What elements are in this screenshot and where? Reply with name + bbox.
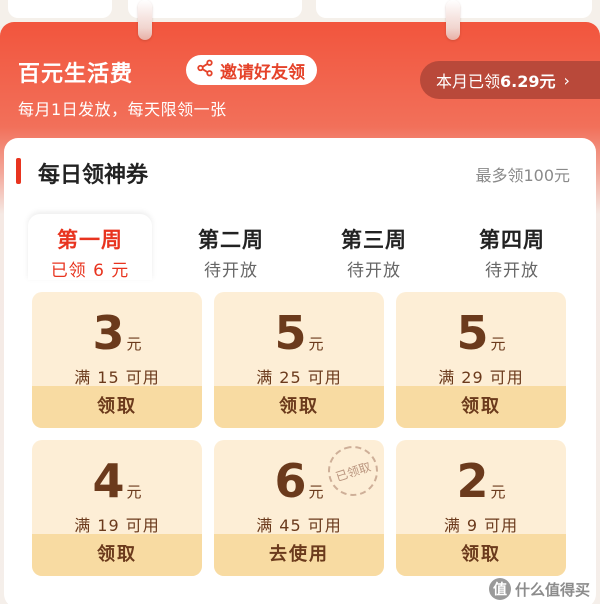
monthly-received-amount: 6.29元 (500, 72, 556, 91)
coupon-value: 2 (456, 454, 489, 508)
claim-button[interactable]: 领取 (214, 386, 384, 428)
tab-week-2[interactable]: 第二周 待开放 (169, 214, 293, 281)
coupon-card: 3元 满 15 可用 领取 (32, 292, 202, 428)
coupon-value: 6 (274, 454, 307, 508)
claim-button[interactable]: 领取 (396, 534, 566, 576)
tab-status: 已领 6 元 (50, 261, 130, 281)
tab-week-1[interactable]: 第一周 已领 6 元 (28, 214, 152, 281)
tab-status: 待开放 (485, 261, 539, 281)
section-title: 每日领神券 (38, 163, 149, 188)
tab-label: 第二周 (198, 228, 264, 252)
daily-coupon-panel: 每日领神券 最多领100元 第一周 已领 6 元 第二周 待开放 第三周 待开放… (4, 138, 596, 604)
section-max-text: 最多领100元 (475, 166, 570, 185)
coupon-value: 3 (92, 306, 125, 360)
banner-subtitle: 每月1日发放，每天限领一张 (18, 100, 227, 119)
coupon-condition: 满 15 可用 (74, 368, 160, 387)
coupon-value: 5 (456, 306, 489, 360)
coupon-card: 4元 满 19 可用 领取 (32, 440, 202, 576)
coupon-value: 5 (274, 306, 307, 360)
coupon-unit: 元 (126, 335, 142, 353)
tab-label: 第四周 (479, 228, 545, 252)
invite-friends-button[interactable]: 邀请好友领 (186, 55, 317, 85)
banner-title: 百元生活费 (18, 62, 134, 87)
claim-button[interactable]: 领取 (396, 386, 566, 428)
coupon-card: 5元 满 29 可用 领取 (396, 292, 566, 428)
tab-label: 第一周 (57, 228, 123, 252)
coupon-condition: 满 19 可用 (74, 516, 160, 535)
coupon-condition: 满 9 可用 (443, 516, 519, 535)
binder-pin-left (138, 0, 152, 40)
previous-card-edge (8, 0, 112, 18)
coupon-card: 已领取 6元 满 45 可用 去使用 (214, 440, 384, 576)
claim-button[interactable]: 领取 (32, 386, 202, 428)
tab-week-4[interactable]: 第四周 待开放 (450, 214, 574, 281)
monthly-received-prefix: 本月已领 (436, 72, 501, 91)
site-watermark: 值 什么值得买 (488, 578, 590, 600)
coupon-unit: 元 (490, 483, 506, 501)
coupon-card: 5元 满 25 可用 领取 (214, 292, 384, 428)
previous-card-edge (128, 0, 302, 18)
tab-status: 待开放 (204, 261, 258, 281)
coupon-condition: 满 25 可用 (256, 368, 342, 387)
chevron-right-icon: › (563, 70, 570, 90)
coupon-unit: 元 (126, 483, 142, 501)
coupon-unit: 元 (308, 483, 324, 501)
share-icon (196, 59, 214, 82)
tab-week-3[interactable]: 第三周 待开放 (312, 214, 436, 281)
coupon-card: 2元 满 9 可用 领取 (396, 440, 566, 576)
tab-label: 第三周 (341, 228, 407, 252)
tab-status: 待开放 (347, 261, 401, 281)
use-now-button[interactable]: 去使用 (214, 534, 384, 576)
claim-button[interactable]: 领取 (32, 534, 202, 576)
watermark-text: 什么值得买 (514, 580, 590, 599)
binder-pin-right (446, 0, 460, 40)
watermark-logo-icon: 值 (488, 578, 511, 600)
monthly-received-pill[interactable]: 本月已领 6.29元 › (420, 61, 600, 99)
coupon-unit: 元 (490, 335, 506, 353)
coupon-condition: 满 29 可用 (438, 368, 524, 387)
coupon-unit: 元 (308, 335, 324, 353)
coupon-value: 4 (92, 454, 125, 508)
section-accent-bar (16, 158, 21, 184)
invite-friends-label: 邀请好友领 (220, 62, 305, 83)
coupon-condition: 满 45 可用 (256, 516, 342, 535)
